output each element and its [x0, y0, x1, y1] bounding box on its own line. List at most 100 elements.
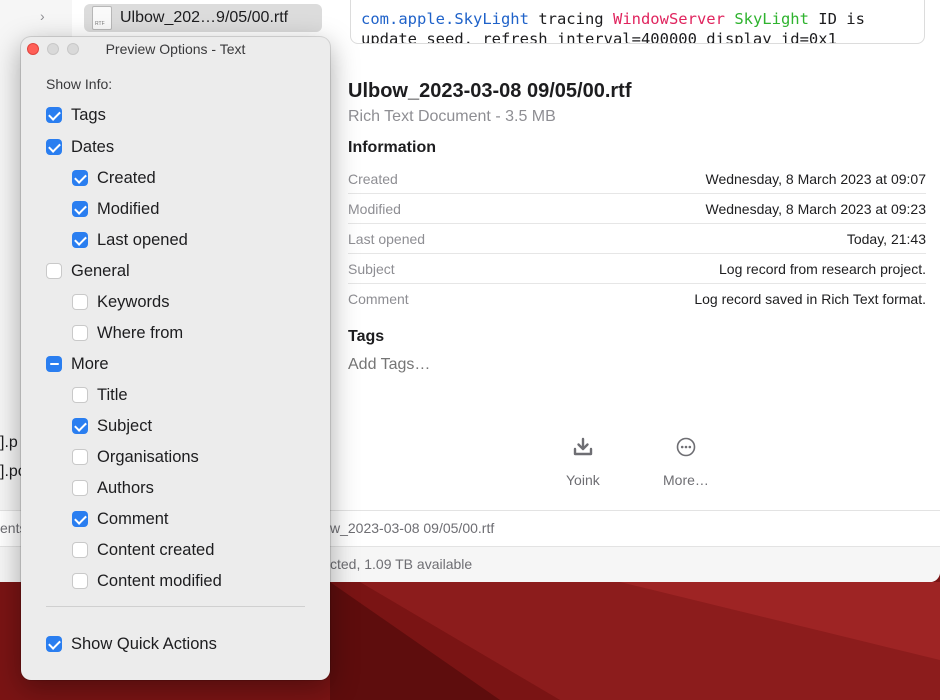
option-more[interactable]: More — [46, 353, 109, 375]
status-text: cted, 1.09 TB available — [330, 556, 473, 572]
code-preview: com.apple.SkyLight tracing WindowServer … — [350, 0, 925, 44]
minimize-window-button[interactable] — [47, 43, 59, 55]
option-label: Keywords — [97, 292, 170, 311]
option-title[interactable]: Title — [72, 384, 128, 406]
path-bar-file[interactable]: w_2023-03-08 09/05/00.rtf — [330, 520, 494, 536]
info-value: Log record from research project. — [719, 260, 926, 277]
checkbox-icon[interactable] — [72, 294, 88, 310]
code-token: tracing — [528, 10, 613, 28]
option-label: Last opened — [97, 230, 188, 249]
option-label: Title — [97, 385, 128, 404]
code-token: SkyLight — [734, 10, 809, 28]
download-tray-icon — [573, 437, 593, 456]
checkbox-icon[interactable] — [46, 139, 62, 155]
sidebar-fragment: ].p — [0, 434, 18, 451]
option-show-quick-actions[interactable]: Show Quick Actions — [46, 633, 217, 655]
option-label: Subject — [97, 416, 153, 435]
info-key: Comment — [348, 290, 409, 307]
option-last-opened[interactable]: Last opened — [72, 229, 188, 251]
zoom-window-button[interactable] — [67, 43, 79, 55]
option-label: Modified — [97, 199, 160, 218]
selected-file-name: Ulbow_202…9/05/00.rtf — [120, 9, 289, 26]
chevron-right-icon[interactable]: › — [40, 8, 45, 24]
option-label: Comment — [97, 509, 169, 528]
option-comment[interactable]: Comment — [72, 508, 169, 530]
panel-titlebar: Preview Options - Text — [21, 37, 330, 61]
checkbox-icon[interactable] — [72, 201, 88, 217]
info-row-last-opened: Last opened Today, 21:43 — [348, 224, 926, 254]
info-row-subject: Subject Log record from research project. — [348, 254, 926, 284]
option-subject[interactable]: Subject — [72, 415, 152, 437]
panel-divider — [46, 606, 305, 607]
info-value: Today, 21:43 — [846, 230, 926, 247]
info-row-comment: Comment Log record saved in Rich Text for… — [348, 284, 926, 313]
checkbox-icon[interactable] — [46, 107, 62, 123]
info-key: Subject — [348, 260, 395, 277]
code-token: ID is — [808, 10, 865, 28]
option-label: Content created — [97, 540, 215, 559]
more-quick-action[interactable]: More… — [663, 436, 709, 488]
checkbox-icon[interactable] — [72, 232, 88, 248]
option-content-created[interactable]: Content created — [72, 539, 214, 561]
option-label: Dates — [71, 137, 115, 156]
yoink-label: Yoink — [566, 472, 600, 488]
info-row-modified: Modified Wednesday, 8 March 2023 at 09:23 — [348, 194, 926, 224]
option-created[interactable]: Created — [72, 167, 156, 189]
option-where-from[interactable]: Where from — [72, 322, 183, 344]
more-label: More… — [663, 472, 709, 488]
checkbox-icon[interactable] — [72, 418, 88, 434]
ellipsis-circle-icon — [676, 437, 696, 457]
code-token: WindowServer — [612, 10, 725, 28]
option-label: General — [71, 261, 130, 280]
option-label: Show Quick Actions — [71, 634, 217, 653]
info-key: Last opened — [348, 230, 426, 247]
close-window-button[interactable] — [27, 43, 39, 55]
preview-options-panel: Preview Options - Text Show Info: Tags D… — [21, 37, 330, 680]
option-tags[interactable]: Tags — [46, 104, 106, 126]
information-heading: Information — [348, 139, 436, 156]
option-general[interactable]: General — [46, 260, 130, 282]
code-line-2: update seed. refresh_interval=400000 dis… — [361, 30, 837, 44]
option-content-modified[interactable]: Content modified — [72, 570, 222, 592]
option-label: Where from — [97, 323, 184, 342]
checkbox-icon[interactable] — [72, 480, 88, 496]
tags-heading: Tags — [348, 328, 385, 345]
checkbox-icon[interactable] — [46, 636, 62, 652]
rtf-document-icon: RTF — [92, 6, 112, 30]
option-label: Content modified — [97, 571, 222, 590]
checkbox-icon[interactable] — [72, 511, 88, 527]
option-keywords[interactable]: Keywords — [72, 291, 169, 313]
info-value: Log record saved in Rich Text format. — [694, 290, 926, 307]
option-label: More — [71, 354, 109, 373]
option-organisations[interactable]: Organisations — [72, 446, 199, 468]
checkbox-icon[interactable] — [46, 263, 62, 279]
info-key: Created — [348, 170, 398, 187]
code-token: com.apple.SkyLight — [361, 10, 529, 28]
info-value: Wednesday, 8 March 2023 at 09:07 — [705, 170, 926, 187]
preview-file-subtitle: Rich Text Document - 3.5 MB — [348, 108, 556, 125]
info-row-created: Created Wednesday, 8 March 2023 at 09:07 — [348, 164, 926, 194]
code-line-1: com.apple.SkyLight tracing WindowServer … — [361, 9, 914, 29]
checkbox-icon[interactable] — [72, 542, 88, 558]
yoink-quick-action[interactable]: Yoink — [566, 436, 600, 488]
checkbox-icon[interactable] — [46, 356, 62, 372]
selected-file-row[interactable]: RTF Ulbow_202…9/05/00.rtf — [84, 4, 322, 32]
info-value: Wednesday, 8 March 2023 at 09:23 — [705, 200, 926, 217]
option-label: Created — [97, 168, 156, 187]
option-modified[interactable]: Modified — [72, 198, 159, 220]
checkbox-icon[interactable] — [72, 387, 88, 403]
checkbox-icon[interactable] — [72, 170, 88, 186]
option-authors[interactable]: Authors — [72, 477, 154, 499]
preview-file-title: Ulbow_2023-03-08 09/05/00.rtf — [348, 80, 632, 102]
checkbox-icon[interactable] — [72, 573, 88, 589]
add-tags-field[interactable] — [348, 356, 548, 374]
show-info-label: Show Info: — [46, 76, 113, 92]
checkbox-icon[interactable] — [72, 449, 88, 465]
option-dates[interactable]: Dates — [46, 136, 114, 158]
info-key: Modified — [348, 200, 401, 217]
option-label: Tags — [71, 105, 106, 124]
option-label: Authors — [97, 478, 154, 497]
checkbox-icon[interactable] — [72, 325, 88, 341]
information-table: Created Wednesday, 8 March 2023 at 09:07 … — [348, 164, 926, 313]
